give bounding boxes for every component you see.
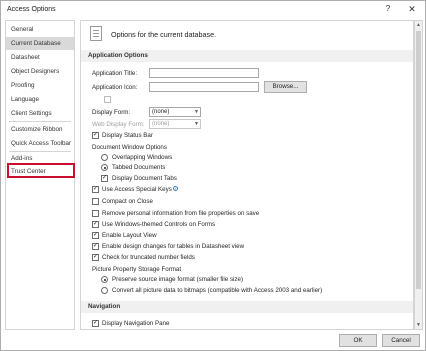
enable-layout-view-checkbox[interactable]: ✓ (92, 232, 99, 239)
dialog-title: Access Options (7, 6, 56, 13)
enable-layout-view-label: Enable Layout View (102, 232, 157, 239)
overlapping-windows-radio[interactable] (101, 154, 108, 161)
enable-design-changes-checkbox[interactable]: ✓ (92, 243, 99, 250)
sidebar-item-object-designers[interactable]: Object Designers (6, 65, 74, 78)
sidebar-item-language[interactable]: Language (6, 93, 74, 106)
options-sidebar: General Current Database Datasheet Objec… (5, 20, 75, 330)
document-settings-icon (90, 26, 102, 41)
sidebar-item-proofing[interactable]: Proofing (6, 79, 74, 92)
use-access-special-keys-text: Use Access Special Keys (102, 186, 172, 193)
web-display-form-select[interactable]: (none) ▼ (149, 119, 201, 129)
display-form-value: (none) (152, 109, 170, 115)
close-icon[interactable]: ✕ (405, 4, 419, 16)
display-form-select[interactable]: (none) ▼ (149, 107, 201, 117)
scrollbar-thumb[interactable] (416, 31, 421, 289)
sidebar-item-quick-access-toolbar[interactable]: Quick Access Toolbar (6, 137, 74, 150)
sidebar-item-client-settings[interactable]: Client Settings (6, 107, 74, 120)
sidebar-item-datasheet[interactable]: Datasheet (6, 51, 74, 64)
check-truncated-fields-checkbox[interactable]: ✓ (92, 254, 99, 261)
web-display-form-label: Web Display Form: (92, 121, 145, 128)
sidebar-item-customize-ribbon[interactable]: Customize Ribbon (6, 123, 74, 136)
tabbed-documents-radio[interactable] (101, 164, 108, 171)
convert-to-bitmaps-label: Convert all picture data to bitmaps (com… (112, 287, 323, 294)
cancel-button[interactable]: Cancel (382, 334, 420, 347)
web-display-form-value: (none) (152, 121, 170, 127)
display-document-tabs-label: Display Document Tabs (112, 175, 177, 182)
windows-themed-controls-checkbox[interactable]: ✓ (92, 221, 99, 228)
document-window-options-label: Document Window Options (92, 144, 167, 151)
compact-on-close-label: Compact on Close (102, 198, 153, 205)
use-as-form-icon-checkbox[interactable] (104, 96, 111, 103)
check-truncated-fields-label: Check for truncated number fields (102, 254, 195, 261)
display-status-bar-label: Display Status Bar (102, 132, 153, 139)
overlapping-windows-label: Overlapping Windows (112, 154, 173, 161)
trust-center-highlight (7, 163, 75, 178)
help-icon[interactable]: ? (381, 4, 395, 16)
preserve-source-format-radio[interactable] (101, 276, 108, 283)
chevron-down-icon: ▼ (194, 121, 199, 127)
compact-on-close-checkbox[interactable] (92, 198, 99, 205)
enable-design-changes-label: Enable design changes for tables in Data… (102, 243, 245, 250)
windows-themed-controls-label: Use Windows-themed Controls on Forms (102, 221, 216, 228)
preserve-source-format-label: Preserve source image format (smaller fi… (112, 276, 244, 283)
remove-personal-info-checkbox[interactable] (92, 210, 99, 217)
page-title: Options for the current database. (111, 30, 217, 39)
browse-button[interactable]: Browse... (264, 81, 307, 93)
application-title-label: Application Title: (92, 70, 138, 77)
display-status-bar-checkbox[interactable]: ✓ (92, 132, 99, 139)
display-form-label: Display Form: (92, 109, 131, 116)
use-access-special-keys-label: Use Access Special Keys i (102, 186, 178, 193)
ok-button[interactable]: OK (339, 334, 377, 347)
application-title-field[interactable] (149, 68, 259, 78)
section-application-options: Application Options (81, 50, 413, 62)
title-bar: Access Options ? ✕ (1, 1, 425, 19)
tabbed-documents-label: Tabbed Documents (112, 164, 166, 171)
sidebar-item-general[interactable]: General (6, 23, 74, 36)
use-access-special-keys-checkbox[interactable]: ✓ (92, 186, 99, 193)
display-navigation-pane-label: Display Navigation Pane (102, 320, 170, 327)
content-scrollbar[interactable]: ▲ ▼ (414, 20, 423, 330)
info-icon[interactable]: i (172, 186, 178, 191)
chevron-down-icon: ▼ (194, 109, 199, 115)
scroll-down-icon[interactable]: ▼ (416, 322, 421, 328)
sidebar-divider (9, 121, 71, 122)
convert-to-bitmaps-radio[interactable] (101, 287, 108, 294)
sidebar-item-current-database[interactable]: Current Database (6, 37, 74, 50)
options-content: Options for the current database. Applic… (80, 20, 414, 330)
section-navigation: Navigation (81, 301, 413, 313)
display-document-tabs-checkbox[interactable]: ✓ (101, 175, 108, 182)
scroll-up-icon[interactable]: ▲ (416, 22, 421, 28)
application-icon-field[interactable] (149, 82, 259, 92)
picture-storage-format-label: Picture Property Storage Format (92, 266, 182, 273)
application-icon-label: Application Icon: (92, 84, 138, 91)
access-options-dialog: Access Options ? ✕ General Current Datab… (0, 0, 426, 351)
display-navigation-pane-checkbox[interactable]: ✓ (92, 320, 99, 327)
remove-personal-info-label: Remove personal information from file pr… (102, 210, 260, 217)
